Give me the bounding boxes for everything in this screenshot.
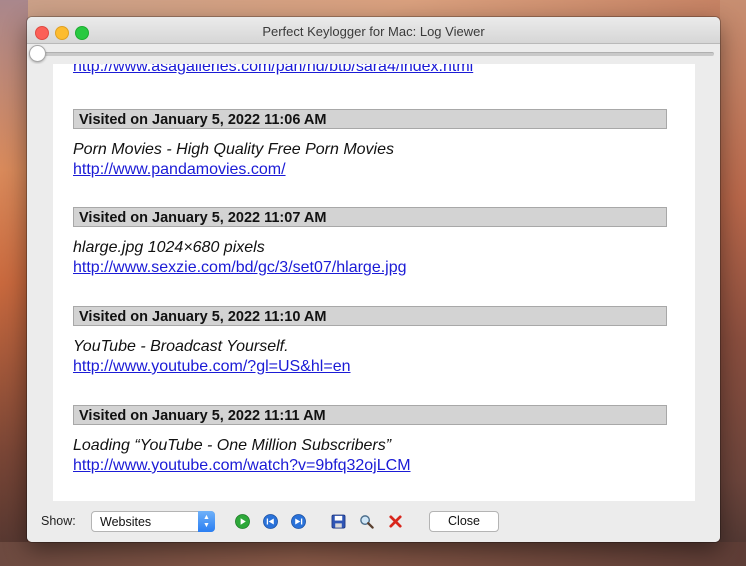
visit-header: Visited on January 5, 2022 11:10 AM xyxy=(73,306,667,326)
show-filter-select[interactable]: Websites ▲ ▼ xyxy=(91,511,215,532)
page-title: Porn Movies - High Quality Free Porn Mov… xyxy=(73,141,394,158)
close-button[interactable]: Close xyxy=(429,511,499,532)
partial-url-link[interactable]: http://www.asagalleries.com/pan/hd/btb/s… xyxy=(73,64,473,76)
page-title: Loading “YouTube - One Million Subscribe… xyxy=(73,437,392,454)
search-icon[interactable] xyxy=(359,514,374,529)
page-title: YouTube - Broadcast Yourself. xyxy=(73,338,289,355)
show-label: Show: xyxy=(41,514,76,528)
visit-header: Visited on January 5, 2022 11:11 AM xyxy=(73,405,667,425)
page-url-link[interactable]: http://www.pandamovies.com/ xyxy=(73,161,286,179)
window-title: Perfect Keylogger for Mac: Log Viewer xyxy=(262,24,485,39)
delete-icon[interactable] xyxy=(388,514,403,529)
bottom-toolbar: Show: Websites ▲ ▼ Close xyxy=(27,501,720,542)
log-page: http://www.asagalleries.com/pan/hd/btb/s… xyxy=(53,64,695,501)
title-bar: Perfect Keylogger for Mac: Log Viewer xyxy=(27,17,720,44)
page-title: hlarge.jpg 1024×680 pixels xyxy=(73,239,265,256)
play-icon[interactable] xyxy=(235,514,250,529)
desktop-wallpaper-left xyxy=(0,0,28,566)
log-viewer-window: Perfect Keylogger for Mac: Log Viewer ht… xyxy=(27,17,720,542)
save-icon[interactable] xyxy=(331,514,346,529)
page-url-link[interactable]: http://www.youtube.com/?gl=US&hl=en xyxy=(73,358,351,376)
desktop-wallpaper-right xyxy=(720,0,746,566)
fast-forward-icon[interactable] xyxy=(291,514,306,529)
timeline-slider[interactable] xyxy=(27,44,720,64)
slider-knob[interactable] xyxy=(29,45,46,62)
show-filter-value: Websites xyxy=(100,515,152,529)
log-content[interactable]: http://www.asagalleries.com/pan/hd/btb/s… xyxy=(27,64,720,501)
visit-header: Visited on January 5, 2022 11:06 AM xyxy=(73,109,667,129)
slider-track[interactable] xyxy=(39,52,714,56)
desktop-wallpaper-bottom xyxy=(0,542,746,566)
page-url-link[interactable]: http://www.youtube.com/watch?v=9bfq32ojL… xyxy=(73,457,411,475)
rewind-icon[interactable] xyxy=(263,514,278,529)
page-url-link[interactable]: http://www.sexzie.com/bd/gc/3/set07/hlar… xyxy=(73,259,407,277)
select-arrows-icon: ▲ ▼ xyxy=(198,511,215,532)
visit-header: Visited on January 5, 2022 11:07 AM xyxy=(73,207,667,227)
